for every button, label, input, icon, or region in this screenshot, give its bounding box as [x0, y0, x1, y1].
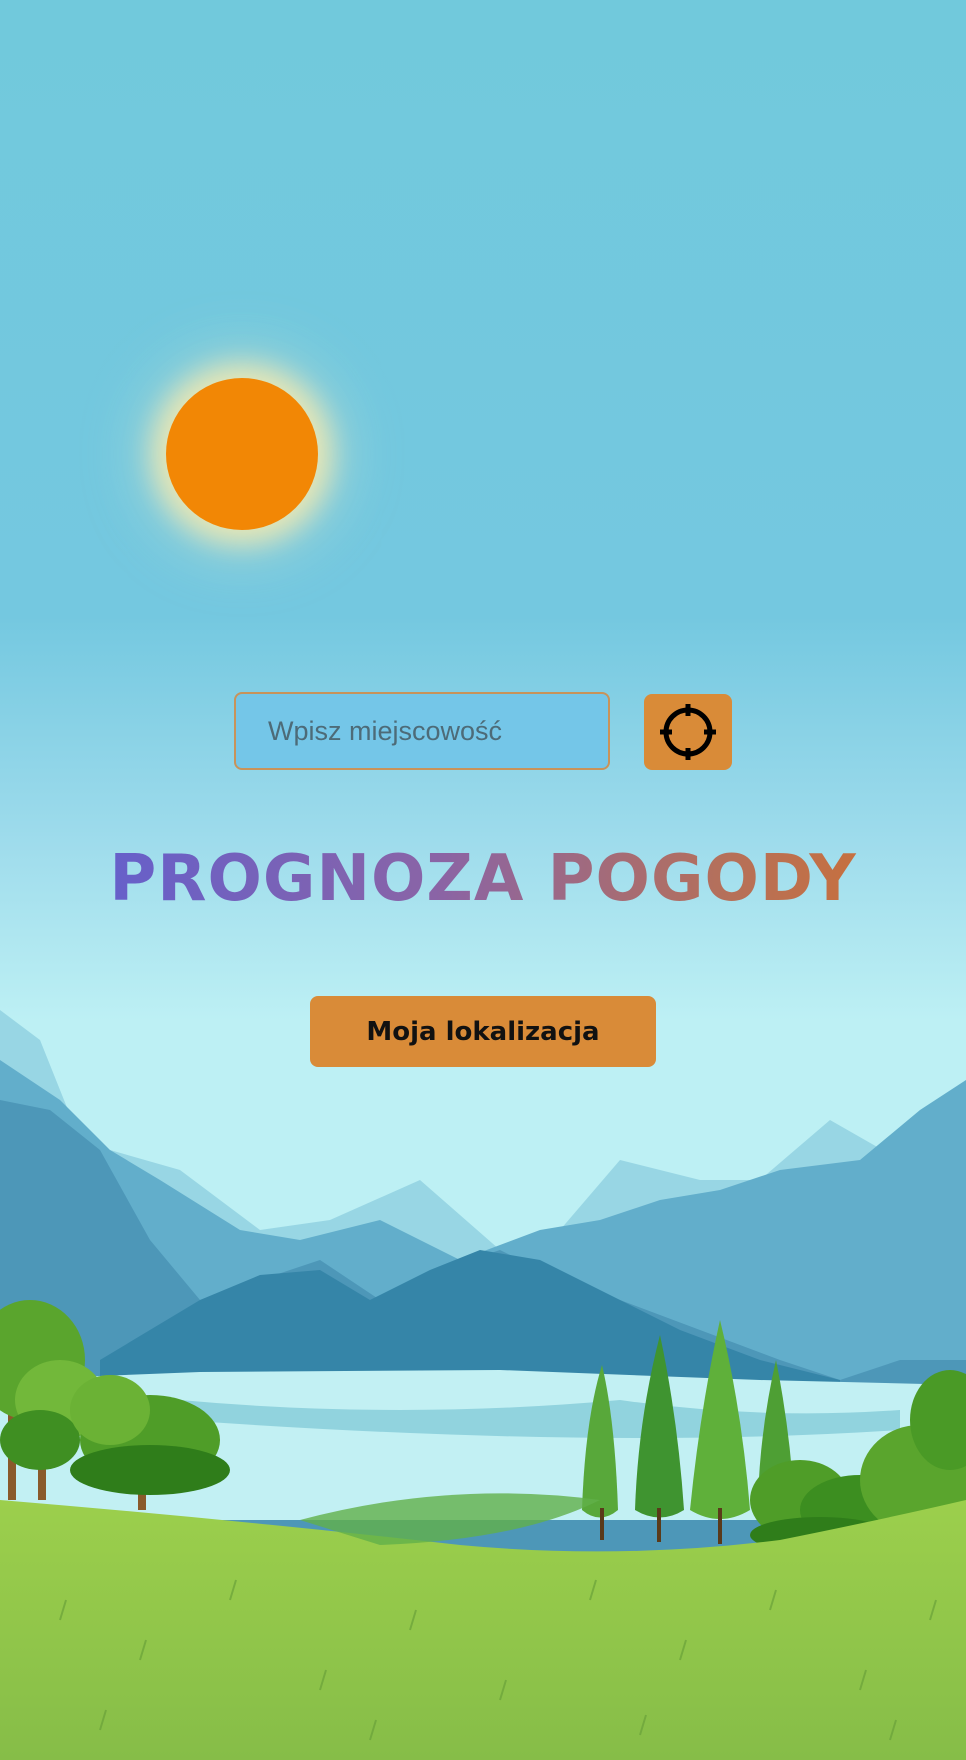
sun-icon: [166, 378, 318, 530]
search-row: [234, 692, 732, 772]
page-title: PROGNOZA POGODY: [0, 842, 966, 916]
my-location-button[interactable]: Moja lokalizacja: [310, 996, 656, 1067]
locate-button[interactable]: [644, 694, 732, 770]
crosshair-icon: [658, 702, 718, 762]
city-search-input[interactable]: [234, 692, 610, 770]
